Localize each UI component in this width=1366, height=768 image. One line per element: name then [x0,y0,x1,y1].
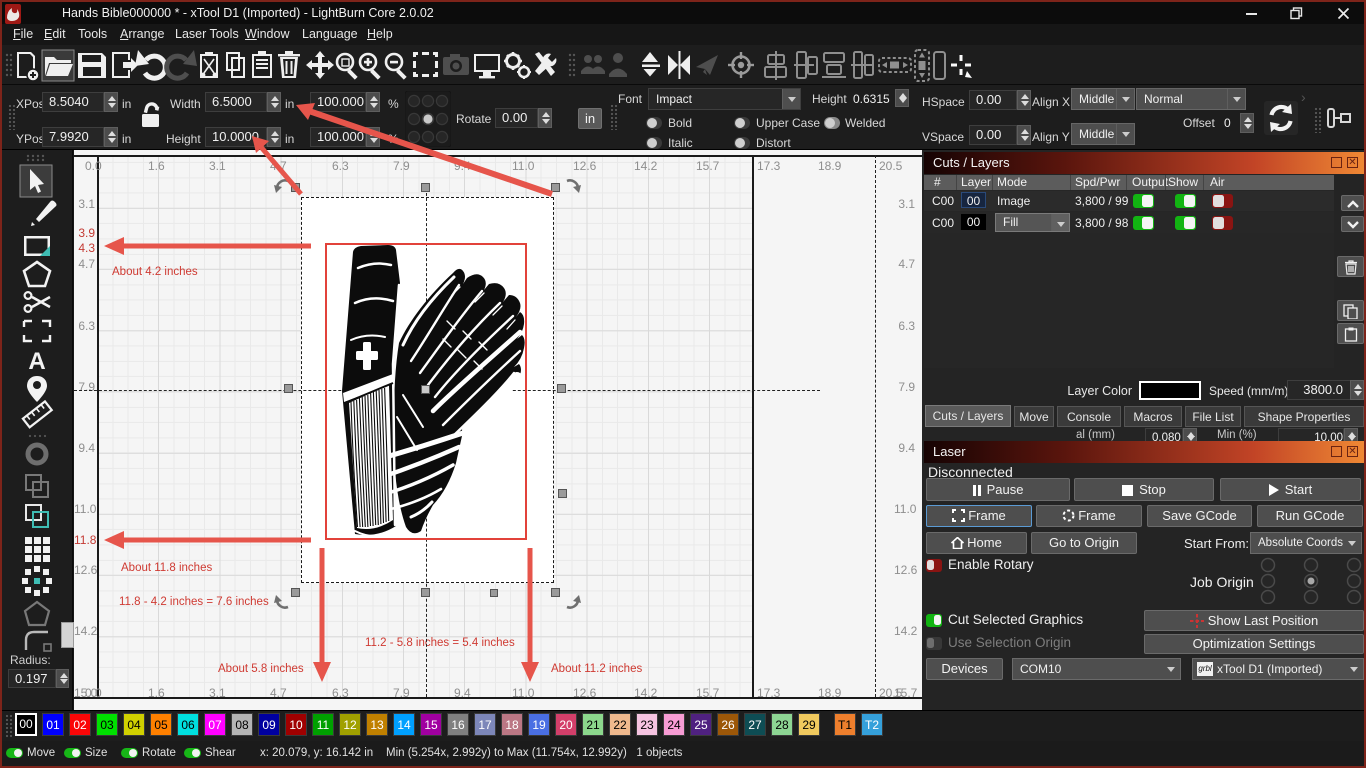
svg-text:A: A [28,348,45,375]
